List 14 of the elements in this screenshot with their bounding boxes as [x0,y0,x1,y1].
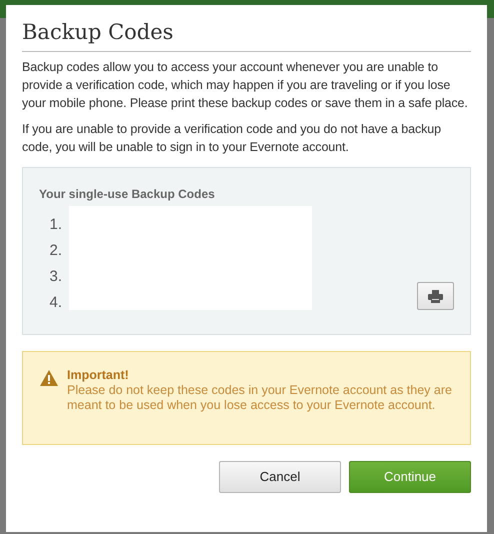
warning-title: Important! [67,368,130,383]
code-number: 4. [49,293,62,313]
codes-heading: Your single-use Backup Codes [39,187,216,201]
print-button[interactable] [417,282,454,310]
dialog-title: Backup Codes [22,19,471,52]
description-text: Backup codes allow you to access your account whenever you are unable to provide a verification code, which may happen if you are traveling or if you lose your mobile phone. Please print these backup codes or save them in a safe place. [22,59,469,112]
code-number: 3. [49,267,62,287]
warning-icon [40,370,58,386]
description-text: If you are unable to provide a verification code and you do not have a backup code, you will be unable to sign in to your Evernote account. [22,121,442,156]
cancel-button[interactable]: Cancel [219,461,341,493]
code-number: 1. [49,215,62,235]
code-number: 2. [49,241,62,261]
printer-icon [428,290,443,302]
warning-text: Please do not keep these codes in your Evernote account as they are meant to be used when you lose access to your Evernote account. [67,383,453,413]
